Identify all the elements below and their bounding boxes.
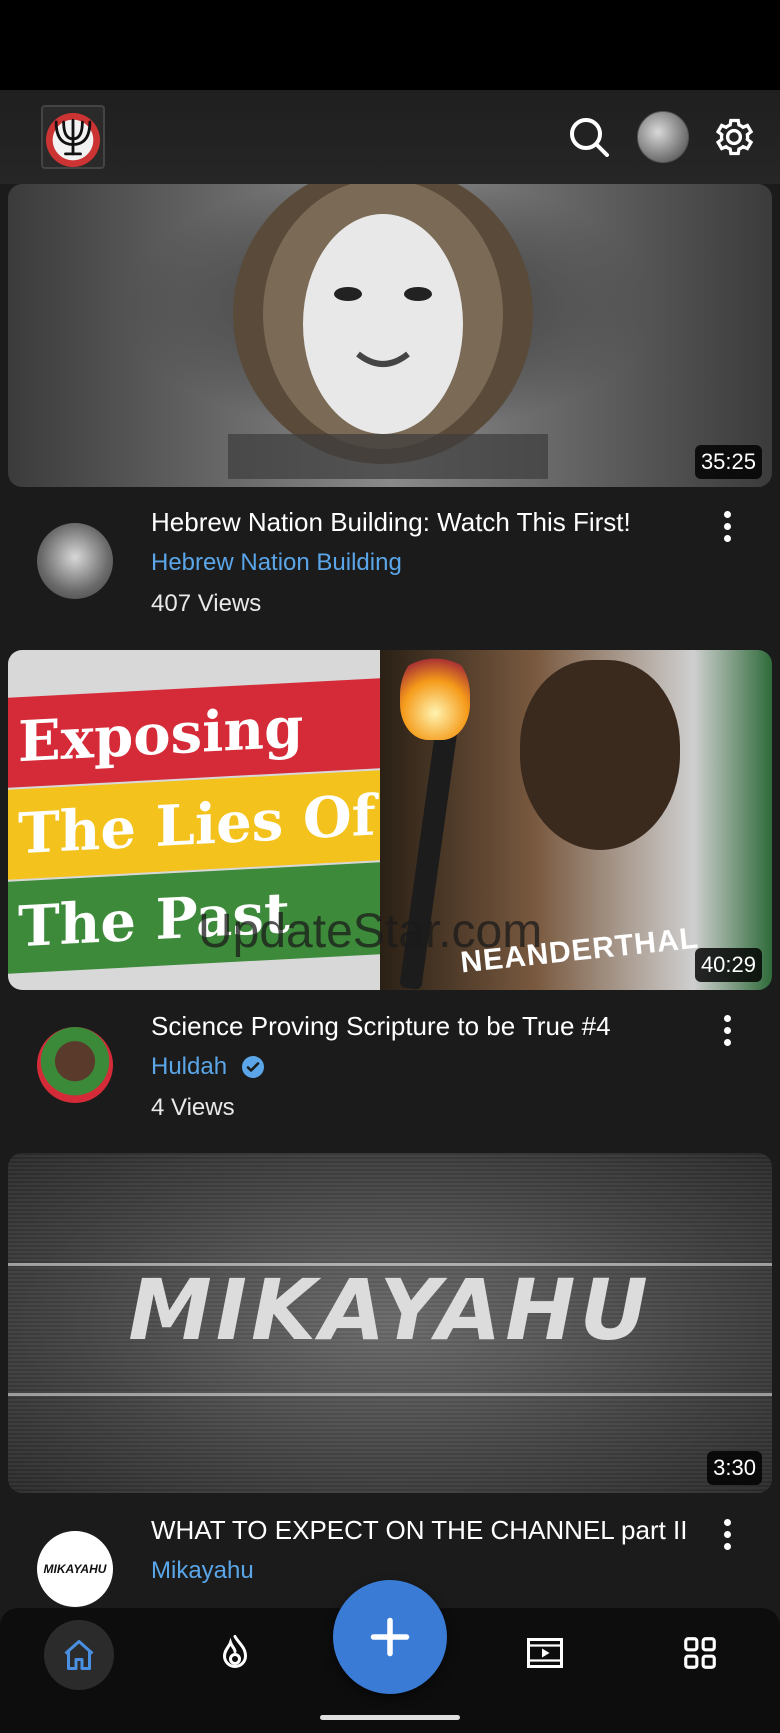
video-duration: 35:25: [694, 445, 762, 479]
video-thumbnail[interactable]: Exposing The Lies Of The Past NEANDERTHA…: [8, 650, 772, 990]
video-thumbnail[interactable]: 35:25: [8, 184, 772, 487]
video-title[interactable]: WHAT TO EXPECT ON THE CHANNEL part II: [151, 1515, 688, 1546]
dot: [723, 1518, 731, 1526]
video-thumbnail[interactable]: MIKAYAHU 3:30: [8, 1153, 772, 1493]
dot: [723, 534, 731, 542]
channel-avatar[interactable]: [37, 523, 113, 599]
channel-avatar[interactable]: [37, 1027, 113, 1103]
scanline: [8, 1393, 772, 1396]
dot: [723, 522, 731, 530]
channel-name[interactable]: Hebrew Nation Building: [151, 549, 402, 577]
thumbnail-text: Exposing: [8, 678, 380, 788]
nav-home-button[interactable]: [44, 1620, 114, 1690]
verified-icon: [242, 1056, 265, 1078]
dot: [723, 1014, 731, 1022]
view-count: 407 Views: [151, 590, 262, 617]
home-icon: [64, 1640, 94, 1670]
view-count: 4 Views: [151, 1094, 235, 1121]
settings-button[interactable]: [705, 108, 763, 166]
search-button[interactable]: [560, 108, 618, 166]
status-bar: [0, 0, 780, 90]
dot: [723, 510, 731, 518]
flame: [400, 650, 470, 740]
nav-library-button[interactable]: [665, 1618, 735, 1688]
menorah-icon: [54, 118, 92, 156]
dot: [723, 1542, 731, 1550]
more-options-button[interactable]: [712, 1512, 742, 1556]
nav-trending-button[interactable]: [200, 1618, 270, 1688]
channel-name[interactable]: Mikayahu: [151, 1557, 254, 1585]
thumbnail-text: The Lies Of: [8, 770, 380, 880]
avatar: [637, 111, 689, 163]
channel-name[interactable]: Huldah: [151, 1053, 227, 1081]
add-icon: [370, 1617, 410, 1657]
channel-name-row: Huldah: [151, 1053, 265, 1081]
video-feed: 35:25 Hebrew Nation Building: Watch This…: [0, 184, 780, 1608]
app-header: [0, 90, 780, 184]
lion-artwork: [228, 184, 548, 479]
video-card: 35:25 Hebrew Nation Building: Watch This…: [0, 184, 780, 654]
dot: [723, 1026, 731, 1034]
library-icon: [684, 1637, 716, 1669]
video-duration: 40:29: [694, 948, 762, 982]
more-options-button[interactable]: [712, 504, 742, 548]
video-title[interactable]: Hebrew Nation Building: Watch This First…: [151, 507, 631, 538]
search-icon: [570, 118, 609, 157]
avatar-text: MIKAYAHU: [43, 1562, 107, 1576]
gear-icon: [715, 118, 754, 156]
app-logo[interactable]: [41, 105, 105, 169]
more-options-button[interactable]: [712, 1008, 742, 1052]
dot: [723, 1038, 731, 1046]
thumbnail-text: MIKAYAHU: [128, 1261, 652, 1359]
create-button[interactable]: [333, 1580, 447, 1694]
dot: [723, 1530, 731, 1538]
home-indicator: [320, 1715, 460, 1720]
video-card: Exposing The Lies Of The Past NEANDERTHA…: [0, 650, 780, 1150]
watermark: UpdateStar.com: [198, 905, 543, 958]
channel-avatar[interactable]: MIKAYAHU: [37, 1531, 113, 1607]
video-title[interactable]: Science Proving Scripture to be True #4: [151, 1011, 611, 1042]
trending-icon: [222, 1635, 248, 1668]
video-duration: 3:30: [707, 1451, 762, 1485]
account-avatar-button[interactable]: [634, 108, 692, 166]
person-figure: [520, 660, 680, 850]
nav-subscriptions-button[interactable]: [510, 1618, 580, 1688]
subscriptions-icon: [527, 1638, 563, 1668]
video-card: MIKAYAHU 3:30 MIKAYAHU WHAT TO EXPECT ON…: [0, 1153, 780, 1608]
